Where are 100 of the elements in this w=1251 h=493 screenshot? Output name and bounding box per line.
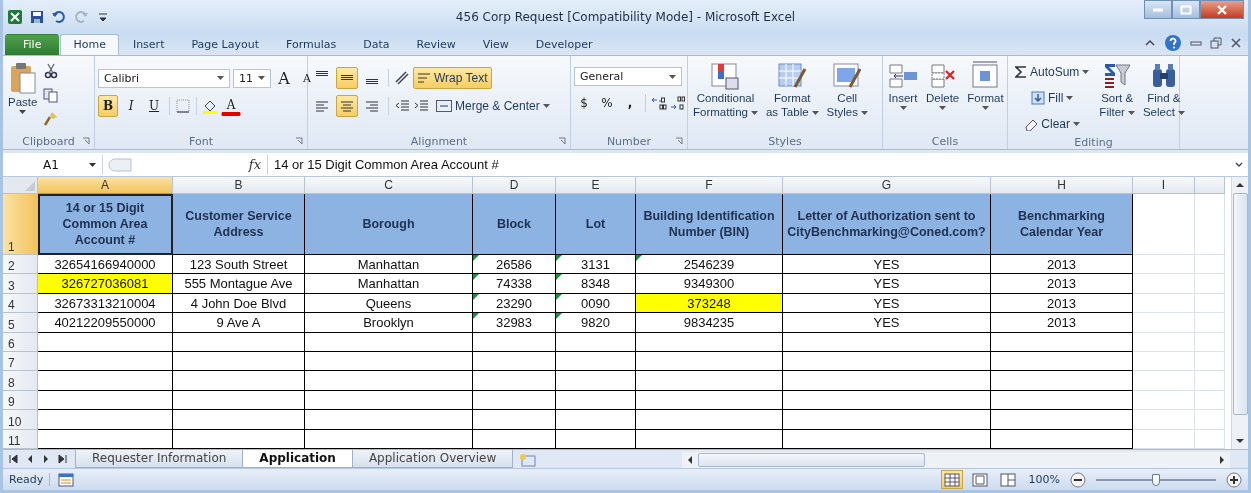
next-sheet-icon[interactable] (41, 454, 51, 464)
ribbon-tab[interactable]: Review (403, 34, 469, 55)
ribbon-tab[interactable]: Page Layout (178, 34, 272, 55)
ribbon-tab[interactable]: Data (350, 34, 403, 55)
ribbon-tab[interactable]: Formulas (273, 34, 350, 55)
decrease-decimal-icon[interactable] (670, 95, 686, 111)
column-header[interactable]: E (556, 177, 636, 194)
row-header[interactable]: 8 (3, 371, 38, 391)
sheet-tab[interactable]: Application Overview (351, 450, 514, 468)
cut-icon[interactable] (43, 63, 60, 79)
close-button[interactable] (1200, 0, 1244, 19)
close-icon[interactable] (1230, 37, 1242, 49)
ribbon-tab[interactable]: View (469, 34, 522, 55)
shrink-font-button[interactable]: A (297, 67, 317, 89)
ribbon-tab[interactable]: Insert (119, 34, 178, 55)
column-header[interactable]: I (1133, 177, 1195, 194)
excel-logo-icon[interactable] (7, 9, 23, 25)
help-icon[interactable] (1164, 34, 1182, 52)
dialog-launcher-icon[interactable] (295, 137, 303, 145)
font-color-button[interactable]: A (221, 96, 241, 116)
vertical-align-button[interactable] (336, 67, 358, 89)
borders-icon[interactable] (175, 98, 191, 114)
copy-icon[interactable] (43, 87, 60, 103)
view-button[interactable] (940, 470, 963, 489)
row-header[interactable]: 3 (3, 274, 38, 294)
cells-button[interactable]: Format (965, 59, 1006, 112)
zoom-out-icon[interactable] (1070, 471, 1086, 488)
cells-button[interactable]: Insert (886, 59, 920, 112)
last-sheet-icon[interactable] (57, 454, 67, 464)
column-header[interactable]: C (305, 177, 473, 194)
dialog-launcher-icon[interactable] (675, 137, 683, 145)
maximize-button[interactable] (1172, 0, 1200, 19)
ribbon-tab[interactable]: Home (60, 34, 119, 55)
styles-button[interactable]: Format as Table (763, 59, 821, 121)
autosum-button[interactable]: AutoSum (1011, 61, 1094, 83)
format-painter-icon[interactable] (43, 111, 60, 127)
comma-button[interactable]: , (620, 92, 640, 114)
wrap-text-button[interactable]: Wrap Text (413, 67, 492, 89)
paste-button[interactable]: Paste (6, 59, 40, 116)
merge-center-button[interactable]: Merge & Center (432, 95, 554, 117)
row-header[interactable]: 5 (3, 313, 38, 333)
column-header[interactable]: A (38, 177, 173, 194)
dialog-launcher-icon[interactable] (82, 137, 90, 145)
error-indicator-icon[interactable] (556, 293, 562, 300)
scroll-left-icon[interactable] (686, 455, 694, 465)
row-header[interactable]: 7 (3, 352, 38, 372)
ribbon-tab[interactable]: File (5, 34, 60, 55)
fill-button[interactable]: Fill (1011, 87, 1094, 109)
increase-indent-icon[interactable] (413, 98, 429, 114)
styles-button[interactable]: Cell Styles (824, 59, 870, 121)
row-header[interactable]: 1 (3, 194, 38, 256)
minimize-button[interactable] (1144, 0, 1172, 19)
column-header[interactable]: D (473, 177, 556, 194)
find-select-button[interactable]: Find & Select (1140, 59, 1187, 121)
cells-button[interactable]: Delete (924, 59, 962, 112)
styles-button[interactable]: Conditional Formatting (691, 59, 760, 121)
horizontal-align-button[interactable] (336, 95, 358, 117)
insert-function-button[interactable]: fx (248, 157, 267, 172)
font-family-field[interactable]: Calibri (98, 68, 230, 88)
font-style-button[interactable]: B (98, 95, 118, 117)
scrollbar-thumb[interactable] (1232, 193, 1248, 415)
scrollbar-thumb[interactable] (698, 453, 925, 467)
dialog-launcher-icon[interactable] (558, 137, 566, 145)
clear-button[interactable]: Clear (1011, 113, 1094, 135)
column-header[interactable]: B (173, 177, 305, 194)
sheet-tab[interactable]: Requester Information (75, 450, 244, 468)
record-macro-icon[interactable] (58, 471, 75, 488)
horizontal-scrollbar[interactable] (682, 452, 1230, 468)
scroll-right-icon[interactable] (1218, 455, 1226, 465)
orientation-icon[interactable] (394, 70, 410, 86)
column-header[interactable]: F (636, 177, 783, 194)
decrease-indent-icon[interactable] (394, 98, 410, 114)
zoom-level[interactable]: 100% (1028, 473, 1060, 486)
scroll-up-icon[interactable] (1234, 181, 1246, 189)
font-style-button[interactable]: U (144, 95, 164, 117)
formula-field[interactable]: 14 or 15 Digit Common Area Account # (268, 157, 1234, 172)
error-indicator-icon[interactable] (473, 293, 479, 300)
vertical-scrollbar[interactable] (1231, 177, 1248, 449)
undo-icon[interactable] (51, 9, 67, 25)
scroll-down-icon[interactable] (1234, 437, 1246, 445)
sort-filter-button[interactable]: Sort & Filter (1097, 59, 1137, 121)
zoom-slider-thumb[interactable] (1152, 473, 1160, 486)
zoom-in-icon[interactable] (1226, 471, 1242, 488)
fill-color-icon[interactable] (202, 98, 218, 114)
restore-icon[interactable] (1210, 37, 1222, 49)
first-sheet-icon[interactable] (9, 454, 19, 464)
grow-font-button[interactable]: A (274, 67, 294, 89)
font-style-button[interactable]: I (121, 95, 141, 117)
number-format-field[interactable]: General (574, 67, 682, 86)
percent-button[interactable]: % (597, 92, 617, 114)
increase-decimal-icon[interactable] (651, 95, 667, 111)
column-header[interactable]: H (991, 177, 1133, 194)
font-size-field[interactable]: 11 (233, 68, 271, 88)
save-icon[interactable] (29, 9, 45, 25)
ribbon-tab[interactable]: Developer (522, 34, 606, 55)
row-header[interactable]: 10 (3, 410, 38, 430)
row-header[interactable]: 2 (3, 255, 38, 275)
column-header[interactable]: G (783, 177, 991, 194)
sheet-tab[interactable]: Application (242, 450, 353, 468)
currency-button[interactable]: $ (574, 92, 594, 114)
